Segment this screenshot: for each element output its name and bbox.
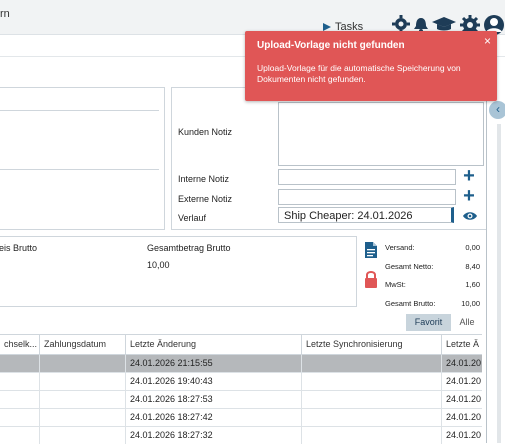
summary-row: Gesamt Brutto: 10,00 [385, 296, 480, 315]
table-cell [40, 409, 126, 426]
table-cell [302, 373, 442, 390]
gesamtbetrag-brutto-label: Gesamtbetrag Brutto [147, 243, 231, 253]
table-cell [40, 373, 126, 390]
interne-notiz-field[interactable] [278, 169, 456, 185]
table-cell [0, 427, 40, 444]
table-row[interactable]: 24.01.2026 18:27:42 24.01.20 [0, 409, 482, 427]
address-panel [0, 87, 165, 230]
error-toast: Upload-Vorlage nicht gefunden × Upload-V… [245, 31, 497, 101]
table-row[interactable]: 24.01.2026 18:27:53 24.01.20 [0, 391, 482, 409]
gesamtbetrag-brutto-value: 10,00 [147, 260, 170, 270]
grid-header: chselk... Zahlungsdatum Letzte Änderung … [0, 335, 482, 355]
add-interne-notiz-button[interactable]: + [462, 166, 476, 186]
table-cell [302, 355, 442, 372]
column-header[interactable]: Zahlungsdatum [40, 335, 126, 354]
summary-label: MwSt: [385, 280, 406, 289]
column-header[interactable]: Letzte Ä [442, 335, 482, 354]
table-cell [40, 355, 126, 372]
table-cell: 24.01.20 [446, 358, 482, 368]
table-cell [302, 409, 442, 426]
topbar-fragment: rn [0, 8, 10, 20]
table-cell [0, 355, 40, 372]
kunden-notiz-label: Kunden Notiz [178, 127, 233, 137]
table-cell [0, 391, 40, 408]
divider [0, 110, 159, 111]
vertical-scrollbar[interactable] [497, 124, 501, 443]
table-cell [40, 391, 126, 408]
verlauf-label: Verlauf [178, 213, 207, 223]
table-row[interactable]: 24.01.2026 21:15:55 24.01.20 [0, 355, 482, 373]
table-cell [302, 391, 442, 408]
toast-title: Upload-Vorlage nicht gefunden [257, 40, 405, 51]
document-icon[interactable] [364, 242, 380, 263]
column-header[interactable]: chselk... [0, 335, 40, 354]
table-cell: 24.01.20 [446, 430, 482, 440]
summary-label: Versand: [385, 243, 415, 252]
verlauf-field[interactable]: Ship Cheaper: 24.01.2026 [278, 207, 454, 223]
table-cell [40, 427, 126, 444]
summary-value: 10,00 [461, 298, 480, 308]
table-cell: 24.01.20 [446, 412, 482, 422]
lock-icon[interactable] [364, 270, 380, 293]
summary-value: 8,40 [465, 261, 480, 271]
toast-message: Upload-Vorlage für die automatische Spei… [257, 63, 461, 84]
table-cell [0, 409, 40, 426]
add-externe-notiz-button[interactable]: + [462, 186, 476, 206]
table-cell: 24.01.2026 18:27:53 [126, 391, 302, 408]
column-header[interactable]: Letzte Änderung [126, 335, 302, 354]
summary-row: Versand: 0,00 [385, 240, 480, 259]
close-icon[interactable]: × [484, 34, 491, 48]
interne-notiz-label: Interne Notiz [178, 174, 230, 184]
table-cell: 24.01.2026 18:27:42 [126, 409, 302, 426]
tab-favorit[interactable]: Favorit [406, 314, 451, 331]
table-cell: 24.01.2026 18:27:32 [126, 427, 302, 444]
divider [0, 169, 159, 170]
tab-alle[interactable]: Alle [453, 314, 481, 331]
table-cell: 24.01.2026 21:15:55 [126, 355, 302, 372]
table-cell [0, 373, 40, 390]
right-panel-rail [486, 95, 497, 443]
table-cell [302, 427, 442, 444]
brutto-panel: eis Brutto Gesamtbetrag Brutto 10,00 [0, 236, 357, 307]
table-cell: 24.01.20 [446, 376, 482, 386]
eye-icon[interactable] [462, 209, 478, 221]
externe-notiz-label: Externe Notiz [178, 194, 233, 204]
table-row[interactable]: 24.01.2026 18:27:32 24.01.20 [0, 427, 482, 444]
summary-value: 1,60 [465, 280, 480, 289]
preis-brutto-label: eis Brutto [0, 243, 38, 253]
summary-label: Gesamt Netto: [385, 261, 434, 271]
column-header[interactable]: Letzte Synchronisierung [302, 335, 442, 354]
table-cell: 24.01.20 [446, 394, 482, 404]
table-row[interactable]: 24.01.2026 19:40:43 24.01.20 [0, 373, 482, 391]
summary-row: MwSt: 1,60 [385, 277, 480, 296]
table-cell: 24.01.2026 19:40:43 [126, 373, 302, 390]
orders-grid: chselk... Zahlungsdatum Letzte Änderung … [0, 334, 482, 444]
notes-panel: Kunden Notiz Interne Notiz + Externe Not… [171, 87, 487, 230]
chevron-left-icon[interactable]: ‹ [489, 101, 505, 119]
summary-label: Gesamt Brutto: [385, 298, 436, 308]
summary-table: Versand: 0,00 Gesamt Netto: 8,40 MwSt: 1… [385, 240, 480, 314]
externe-notiz-field[interactable] [278, 189, 456, 205]
summary-value: 0,00 [465, 243, 480, 252]
side-icons [364, 242, 380, 293]
kunden-notiz-field[interactable] [278, 102, 484, 166]
summary-row: Gesamt Netto: 8,40 [385, 259, 480, 278]
